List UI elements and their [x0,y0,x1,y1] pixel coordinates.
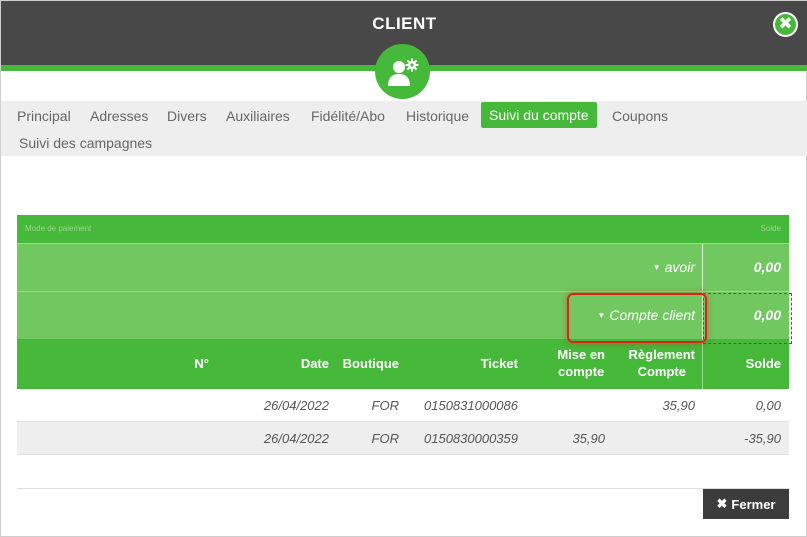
faint-left-label: Mode de paiement [25,224,92,233]
summary-row-avoir[interactable]: ▼ avoir 0,00 [17,243,789,291]
close-icon[interactable]: ✖ [773,12,798,37]
cell-ticket: 0150831000086 [424,398,518,413]
col-mise-en-compte: Mise en compte [557,347,605,379]
summary-value-avoir: 0,00 [753,259,781,275]
cell-date: 26/04/2022 [263,398,329,413]
tab-historique[interactable]: Historique [398,105,477,127]
footer-divider [17,488,789,489]
col-solde: Solde [745,356,781,371]
cell-date: 26/04/2022 [263,431,329,446]
cell-ticket: 0150830000359 [424,431,518,446]
column-divider [702,244,703,291]
tab-suivi-des-campagnes[interactable]: Suivi des campagnes [11,132,160,154]
summary-label-avoir[interactable]: ▼ avoir [653,259,695,275]
fermer-button[interactable]: ✖ Fermer [703,489,789,519]
col-num: N° [194,356,209,371]
cell-mise: 35,90 [572,431,605,446]
modal-title: CLIENT [372,14,437,33]
faint-right-label: Solde [760,224,781,233]
tab-fidelite-abo[interactable]: Fidélité/Abo [303,105,393,127]
col-ticket: Ticket [480,356,518,371]
col-boutique: Boutique [342,356,399,371]
tab-divers[interactable]: Divers [159,105,215,127]
fermer-label: Fermer [731,496,776,512]
cell-solde: 0,00 [755,398,781,413]
table-row[interactable]: 26/04/2022 FOR 0150831000086 35,90 0,00 [17,389,789,422]
tab-bar: Principal Adresses Divers Auxiliaires Fi… [1,101,807,156]
col-reglement-compte: Règlement Compte [628,347,695,379]
cell-solde: -35,90 [744,431,781,446]
cell-reglement: 35,90 [662,398,695,413]
column-divider [702,339,703,389]
cell-boutique: FOR [371,398,399,413]
cell-boutique: FOR [371,431,399,446]
tab-principal[interactable]: Principal [9,105,79,127]
column-header-row: N° Date Boutique Ticket Mise en compte Rè… [17,339,789,389]
tab-auxiliaires[interactable]: Auxiliaires [218,105,298,127]
dashed-highlight-box [703,293,792,344]
col-date: Date [300,356,329,371]
caret-down-icon: ▼ [652,263,661,272]
user-gear-icon [375,44,430,99]
table-row[interactable]: 26/04/2022 FOR 0150830000359 35,90 -35,9… [17,422,789,455]
table-top-header: Mode de paiement Solde [17,215,789,243]
tab-coupons[interactable]: Coupons [604,105,676,127]
tab-suivi-du-compte[interactable]: Suivi du compte [481,102,597,128]
close-icon: ✖ [716,496,728,511]
highlight-box [567,293,707,343]
tab-adresses[interactable]: Adresses [82,105,156,127]
